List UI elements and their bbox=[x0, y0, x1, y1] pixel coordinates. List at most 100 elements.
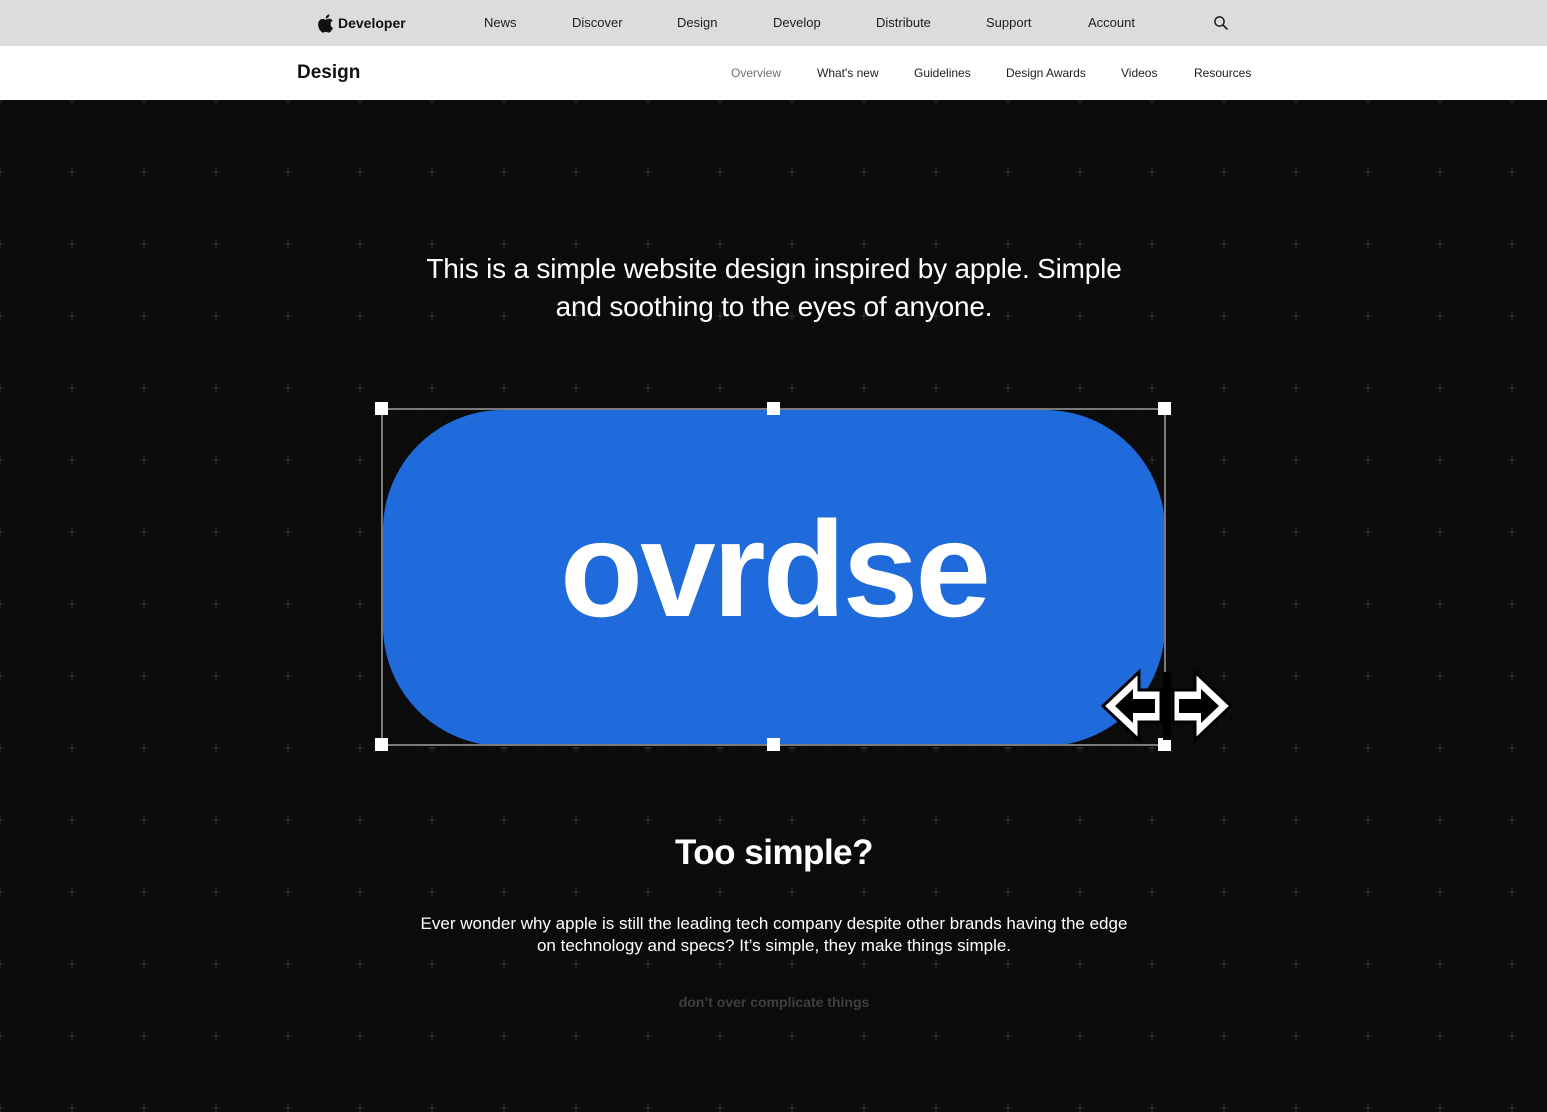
grid-plus-mark bbox=[356, 744, 364, 752]
grid-plus-mark bbox=[860, 100, 868, 104]
grid-plus-mark bbox=[1292, 168, 1300, 176]
resize-handle-top-right[interactable] bbox=[1158, 402, 1171, 415]
grid-plus-mark bbox=[644, 1032, 652, 1040]
grid-plus-mark bbox=[860, 384, 868, 392]
grid-plus-mark bbox=[212, 888, 220, 896]
grid-plus-mark bbox=[1292, 528, 1300, 536]
grid-plus-mark bbox=[212, 528, 220, 536]
grid-plus-mark bbox=[284, 744, 292, 752]
grid-plus-mark bbox=[644, 1104, 652, 1112]
grid-plus-mark bbox=[860, 1104, 868, 1112]
grid-plus-mark bbox=[1364, 1104, 1372, 1112]
resize-handle-top-left[interactable] bbox=[375, 402, 388, 415]
hero-section: This is a simple website design inspired… bbox=[0, 100, 1547, 1112]
grid-plus-mark bbox=[356, 1104, 364, 1112]
intro-text: This is a simple website design inspired… bbox=[374, 250, 1174, 326]
subnav-videos[interactable]: Videos bbox=[1121, 66, 1157, 81]
grid-plus-mark bbox=[1436, 100, 1444, 104]
nav-support[interactable]: Support bbox=[986, 15, 1032, 31]
grid-plus-mark bbox=[1292, 960, 1300, 968]
grid-plus-mark bbox=[1220, 528, 1228, 536]
grid-plus-mark bbox=[1292, 1032, 1300, 1040]
grid-plus-mark bbox=[140, 100, 148, 104]
nav-discover[interactable]: Discover bbox=[572, 15, 623, 31]
grid-plus-mark bbox=[1508, 600, 1516, 608]
grid-plus-mark bbox=[1436, 744, 1444, 752]
resize-handle-bottom-center[interactable] bbox=[767, 738, 780, 751]
grid-plus-mark bbox=[68, 1032, 76, 1040]
grid-plus-mark bbox=[428, 888, 436, 896]
grid-plus-mark bbox=[1220, 744, 1228, 752]
grid-plus-mark bbox=[1076, 960, 1084, 968]
grid-plus-mark bbox=[1292, 888, 1300, 896]
grid-plus-mark bbox=[140, 240, 148, 248]
grid-plus-mark bbox=[788, 888, 796, 896]
grid-plus-mark bbox=[860, 816, 868, 824]
grid-plus-mark bbox=[140, 1032, 148, 1040]
grid-plus-mark bbox=[1508, 456, 1516, 464]
search-icon[interactable] bbox=[1213, 15, 1229, 31]
subnav-resources[interactable]: Resources bbox=[1194, 66, 1251, 81]
grid-plus-mark bbox=[1292, 384, 1300, 392]
grid-plus-mark bbox=[1004, 888, 1012, 896]
grid-plus-mark bbox=[1436, 600, 1444, 608]
grid-plus-mark bbox=[356, 312, 364, 320]
grid-plus-mark bbox=[356, 600, 364, 608]
grid-plus-mark bbox=[1364, 888, 1372, 896]
selection-frame bbox=[381, 408, 1166, 746]
grid-plus-mark bbox=[68, 240, 76, 248]
subnav-overview[interactable]: Overview bbox=[731, 66, 781, 81]
grid-plus-mark bbox=[68, 168, 76, 176]
grid-plus-mark bbox=[1004, 384, 1012, 392]
nav-account[interactable]: Account bbox=[1088, 15, 1135, 31]
nav-develop[interactable]: Develop bbox=[773, 15, 821, 31]
grid-plus-mark bbox=[0, 528, 4, 536]
grid-plus-mark bbox=[932, 168, 940, 176]
grid-plus-mark bbox=[212, 456, 220, 464]
section-headline: Too simple? bbox=[674, 833, 874, 872]
grid-plus-mark bbox=[1508, 888, 1516, 896]
brand-label: Developer bbox=[338, 15, 406, 31]
grid-plus-mark bbox=[1004, 100, 1012, 104]
global-nav: Developer News Discover Design Develop D… bbox=[0, 0, 1547, 46]
grid-plus-mark bbox=[1508, 384, 1516, 392]
grid-plus-mark bbox=[1076, 816, 1084, 824]
grid-plus-mark bbox=[284, 888, 292, 896]
grid-plus-mark bbox=[1220, 384, 1228, 392]
subnav-guidelines[interactable]: Guidelines bbox=[914, 66, 971, 81]
subnav-whats-new[interactable]: What's new bbox=[817, 66, 879, 81]
body-line-1: Ever wonder why apple is still the leadi… bbox=[420, 914, 1128, 933]
grid-plus-mark bbox=[0, 744, 4, 752]
resize-horizontal-cursor-icon bbox=[1100, 668, 1234, 744]
grid-plus-mark bbox=[860, 960, 868, 968]
nav-news[interactable]: News bbox=[484, 15, 517, 31]
grid-plus-mark bbox=[932, 100, 940, 104]
grid-plus-mark bbox=[1220, 1104, 1228, 1112]
grid-plus-mark bbox=[1364, 456, 1372, 464]
grid-plus-mark bbox=[1508, 672, 1516, 680]
resize-handle-bottom-left[interactable] bbox=[375, 738, 388, 751]
grid-plus-mark bbox=[644, 168, 652, 176]
grid-plus-mark bbox=[356, 168, 364, 176]
grid-plus-mark bbox=[68, 816, 76, 824]
grid-plus-mark bbox=[1220, 600, 1228, 608]
grid-plus-mark bbox=[284, 672, 292, 680]
resize-handle-top-center[interactable] bbox=[767, 402, 780, 415]
nav-distribute[interactable]: Distribute bbox=[876, 15, 931, 31]
grid-plus-mark bbox=[572, 1104, 580, 1112]
developer-home-link[interactable]: Developer bbox=[316, 12, 406, 34]
grid-plus-mark bbox=[1364, 960, 1372, 968]
grid-plus-mark bbox=[788, 384, 796, 392]
nav-design[interactable]: Design bbox=[677, 15, 717, 31]
grid-plus-mark bbox=[1436, 1104, 1444, 1112]
grid-plus-mark bbox=[788, 1032, 796, 1040]
grid-plus-mark bbox=[140, 888, 148, 896]
grid-plus-mark bbox=[1364, 168, 1372, 176]
subnav-design-awards[interactable]: Design Awards bbox=[1006, 66, 1086, 81]
grid-plus-mark bbox=[356, 528, 364, 536]
grid-plus-mark bbox=[1436, 528, 1444, 536]
grid-plus-mark bbox=[1436, 240, 1444, 248]
section-title[interactable]: Design bbox=[297, 61, 360, 85]
grid-plus-mark bbox=[68, 600, 76, 608]
grid-plus-mark bbox=[500, 816, 508, 824]
